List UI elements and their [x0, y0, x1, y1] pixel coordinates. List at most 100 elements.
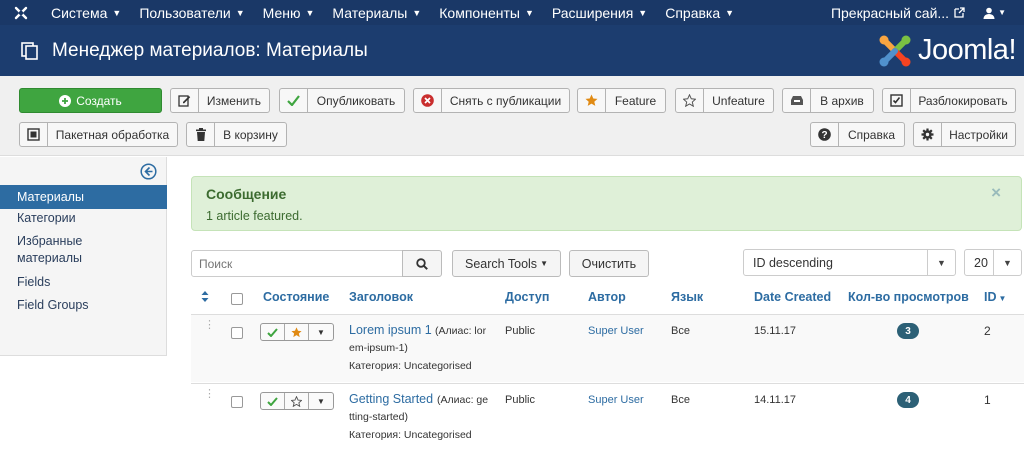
caret-down-icon: ▼ — [927, 250, 955, 275]
edit-icon — [178, 95, 191, 107]
caret-down-icon: ▼ — [317, 396, 325, 406]
joomla-menu-icon[interactable] — [0, 0, 42, 25]
help-button[interactable]: ? Справка — [810, 122, 905, 147]
author-link[interactable]: Super User — [588, 394, 644, 406]
star-icon — [585, 94, 598, 106]
menu-help[interactable]: Справка ▼ — [656, 0, 743, 25]
status-controls: ▼ — [260, 323, 334, 341]
menu-system[interactable]: Система ▼ — [42, 0, 130, 25]
actions-dropdown[interactable]: ▼ — [309, 393, 333, 409]
user-icon — [983, 7, 995, 19]
plus-circle-icon — [59, 94, 72, 107]
external-link-icon — [954, 7, 965, 18]
published-toggle[interactable] — [261, 324, 285, 340]
question-circle-icon: ? — [818, 128, 831, 141]
trash-button[interactable]: В корзину — [186, 122, 287, 147]
checkbox-icon — [890, 94, 903, 107]
sidebar-item-articles[interactable]: Материалы — [0, 185, 167, 209]
clear-button[interactable]: Очистить — [569, 250, 649, 277]
caret-down-icon: ▼ — [638, 7, 648, 18]
search-input[interactable] — [191, 250, 403, 277]
copy-icon — [21, 41, 38, 60]
search-button[interactable] — [402, 250, 442, 277]
column-date-created[interactable]: Date Created — [754, 290, 831, 304]
row-checkbox[interactable] — [231, 396, 243, 408]
featured-toggle[interactable] — [285, 324, 309, 340]
access-cell: Public — [505, 394, 535, 406]
author-link[interactable]: Super User — [588, 325, 644, 337]
article-title-link[interactable]: Getting Started — [349, 392, 433, 406]
column-access[interactable]: Доступ — [505, 290, 549, 304]
limit-select[interactable]: 20 ▼ — [964, 249, 1022, 276]
column-status[interactable]: Состояние — [263, 290, 329, 304]
trash-icon — [195, 128, 206, 141]
batch-button[interactable]: Пакетная обработка — [19, 122, 178, 147]
caret-down-icon: ▼ — [305, 7, 315, 18]
menu-menus[interactable]: Меню ▼ — [254, 0, 324, 25]
sidebar-item-featured[interactable]: Избранные материалы — [0, 233, 110, 267]
drag-handle-icon[interactable]: ⋮ — [204, 389, 215, 400]
column-author[interactable]: Автор — [588, 290, 626, 304]
options-button[interactable]: Настройки — [913, 122, 1016, 147]
archive-button[interactable]: В архив — [782, 88, 874, 113]
publish-button[interactable]: Опубликовать — [279, 88, 405, 113]
page-title: Менеджер материалов: Материалы — [52, 39, 368, 61]
menu-users[interactable]: Пользователи ▼ — [130, 0, 253, 25]
article-alias-cont: em-ipsum-1) — [349, 342, 408, 354]
caret-down-icon: ▼ — [412, 7, 422, 18]
published-toggle[interactable] — [261, 393, 285, 409]
actions-dropdown[interactable]: ▼ — [309, 324, 333, 340]
article-alias-cont: tting-started) — [349, 411, 408, 423]
row-checkbox[interactable] — [231, 327, 243, 339]
user-menu[interactable]: ▼ — [975, 0, 1024, 25]
status-controls: ▼ — [260, 392, 334, 410]
column-id[interactable]: ID ▼ — [984, 290, 1006, 304]
sidebar-item-fields[interactable]: Fields — [0, 274, 167, 291]
article-title-link[interactable]: Lorem ipsum 1 — [349, 323, 432, 337]
search-icon — [416, 257, 428, 270]
page-header: Менеджер материалов: Материалы Joomla! — [0, 25, 1024, 76]
menu-content[interactable]: Материалы ▼ — [323, 0, 430, 25]
sidebar-item-categories[interactable]: Категории — [0, 210, 167, 227]
joomla-logo: Joomla! — [876, 32, 1017, 70]
star-empty-icon — [683, 94, 696, 107]
hits-badge: 3 — [897, 323, 919, 339]
toolbar: Создать Изменить Опубликовать Снять с пу… — [0, 76, 1024, 156]
unpublish-button[interactable]: Снять с публикации — [413, 88, 570, 113]
system-message: Сообщение 1 article featured. × — [191, 176, 1022, 231]
message-text: 1 article featured. — [206, 209, 303, 223]
column-language[interactable]: Язык — [671, 290, 703, 304]
article-alias: (Алиас: ge — [437, 394, 489, 406]
caret-down-icon: ▼ — [235, 7, 245, 18]
column-title[interactable]: Заголовок — [349, 290, 413, 304]
feature-button[interactable]: Feature — [577, 88, 666, 113]
sidebar: Материалы Категории Избранные материалы … — [0, 157, 167, 356]
joomla-logo-icon — [879, 35, 911, 66]
menu-components[interactable]: Компоненты ▼ — [430, 0, 543, 25]
sort-icon[interactable] — [201, 291, 209, 302]
close-icon[interactable]: × — [991, 183, 1001, 203]
logo-text: Joomla! — [917, 34, 1017, 66]
sidebar-item-field-groups[interactable]: Field Groups — [0, 297, 167, 314]
caret-down-icon: ▼ — [993, 250, 1021, 275]
menu-extensions[interactable]: Расширения ▼ — [543, 0, 656, 25]
check-icon — [287, 95, 300, 106]
article-alias: (Алиас: lor — [435, 325, 487, 337]
create-button[interactable]: Создать — [19, 88, 162, 113]
edit-button[interactable]: Изменить — [170, 88, 270, 113]
collapse-sidebar-icon[interactable] — [140, 163, 157, 180]
site-link[interactable]: Прекрасный сай... — [831, 5, 975, 21]
caret-down-icon: ▼ — [524, 7, 534, 18]
drag-handle-icon[interactable]: ⋮ — [204, 320, 215, 331]
archive-icon — [790, 96, 803, 105]
check-icon — [267, 327, 278, 337]
column-hits[interactable]: Кол-во просмотров — [848, 290, 969, 304]
select-all-checkbox[interactable] — [231, 293, 243, 305]
search-tools-button[interactable]: Search Tools ▼ — [452, 250, 561, 277]
unfeature-button[interactable]: Unfeature — [675, 88, 774, 113]
caret-down-icon: ▼ — [540, 259, 548, 268]
checkin-button[interactable]: Разблокировать — [882, 88, 1016, 113]
featured-toggle[interactable] — [285, 393, 309, 409]
article-category: Категория: Uncategorised — [349, 429, 472, 441]
ordering-select[interactable]: ID descending ▼ — [743, 249, 956, 276]
